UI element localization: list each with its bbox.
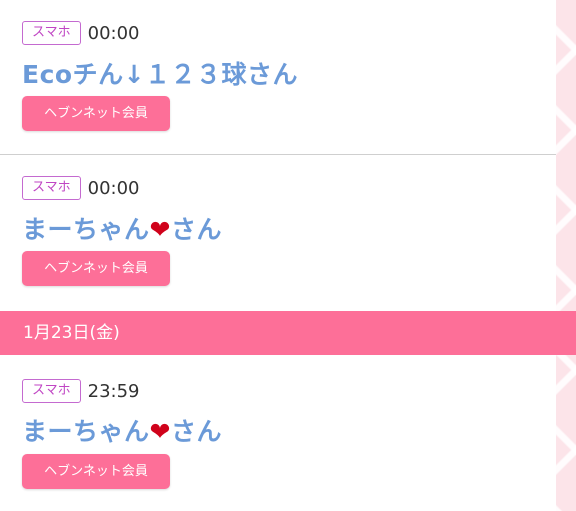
visit-time: 00:00 — [87, 22, 140, 44]
date-header: 1月23日(金) — [0, 311, 576, 355]
visitor-name[interactable]: まーちゃん❤さん — [22, 210, 222, 246]
heart-icon: ❤ — [149, 215, 171, 244]
entry-meta: スマホ 00:00 — [22, 21, 140, 45]
heart-icon: ❤ — [149, 417, 171, 446]
device-badge: スマホ — [22, 21, 81, 45]
heaven-net-member-button[interactable]: ヘブンネット会員 — [22, 96, 170, 131]
visitor-name-text: まーちゃん — [22, 417, 150, 446]
visitor-name[interactable]: まーちゃん❤さん — [22, 412, 222, 448]
device-badge: スマホ — [22, 379, 81, 403]
right-decorative-border — [556, 0, 576, 511]
visitor-name-text: Ecoチん↓１２３球さん — [22, 60, 299, 89]
visitor-name-suffix: さん — [170, 215, 222, 244]
visitor-name-suffix: さん — [170, 417, 222, 446]
visit-time: 00:00 — [87, 177, 140, 199]
visitor-name[interactable]: Ecoチん↓１２３球さん — [22, 55, 298, 91]
entry-meta: スマホ 00:00 — [22, 176, 140, 200]
entry-meta: スマホ 23:59 — [22, 379, 140, 403]
heaven-net-member-button[interactable]: ヘブンネット会員 — [22, 454, 170, 489]
heaven-net-member-button[interactable]: ヘブンネット会員 — [22, 251, 170, 286]
list-item: スマホ 23:59 まーちゃん❤さん ヘブンネット会員 — [0, 355, 556, 510]
list-item: スマホ 00:00 まーちゃん❤さん ヘブンネット会員 — [0, 155, 556, 311]
device-badge: スマホ — [22, 176, 81, 200]
visitor-list: スマホ 00:00 Ecoチん↓１２３球さん ヘブンネット会員 スマホ 00:0… — [0, 0, 556, 510]
visitor-name-text: まーちゃん — [22, 215, 150, 244]
visit-time: 23:59 — [87, 380, 140, 402]
list-item: スマホ 00:00 Ecoチん↓１２３球さん ヘブンネット会員 — [0, 0, 556, 155]
